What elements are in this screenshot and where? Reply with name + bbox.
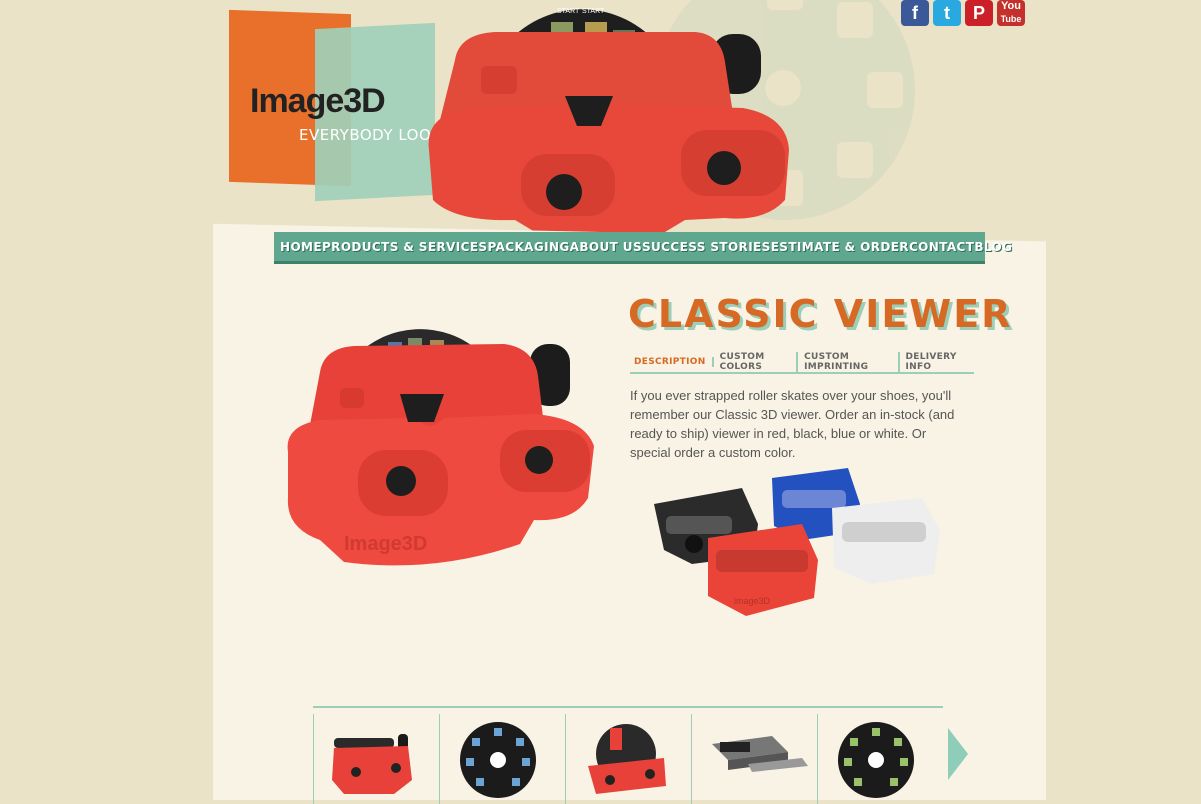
hero-viewer-image: START START [425,0,795,232]
thumb-viewer-with-reel[interactable] [565,714,691,804]
tab-custom-colors[interactable]: CUSTOM COLORS [714,352,799,372]
nav-about-us[interactable]: ABOUT US [570,240,642,254]
main-navigation: HOME PRODUCTS & SERVICES PACKAGING ABOUT… [274,232,1012,264]
site-header: Image3D EVERYBODY LOOKS START START f t … [0,0,1201,240]
pinterest-icon[interactable]: P [965,0,993,26]
tab-custom-imprinting[interactable]: CUSTOM IMPRINTING [798,352,900,372]
thumbnail-next-arrow-icon[interactable] [948,728,968,780]
youtube-icon[interactable]: You Tube [997,0,1025,26]
logo-wordmark[interactable]: Image3D [250,82,386,121]
variant-imprint-text: image3D [734,596,771,606]
viewer-imprint-text: Image3D [344,533,427,555]
nav-packaging[interactable]: PACKAGING [487,240,569,254]
product-tabs: DESCRIPTION CUSTOM COLORS CUSTOM IMPRINT… [630,352,974,374]
thumb-packaging[interactable] [691,714,817,804]
nav-products-services[interactable]: PRODUCTS & SERVICES [322,240,487,254]
nav-success-stories[interactable]: SUCCESS STORIES [642,240,771,254]
product-title: CLASSIC VIEWER [628,292,1013,336]
reel-start-label: START [557,8,580,15]
thumbnail-strip [313,706,943,804]
product-main-image: Image3D [284,322,596,578]
product-description: If you ever strapped roller skates over … [630,388,955,460]
facebook-icon[interactable]: f [901,0,929,26]
tab-delivery-info[interactable]: DELIVERY INFO [900,352,974,372]
nav-home[interactable]: HOME [280,240,322,254]
nav-blog[interactable]: BLOG [974,240,1012,254]
nav-estimate-order[interactable]: ESTIMATE & ORDER [771,240,909,254]
reel-start-label-2: START [582,8,605,15]
twitter-icon[interactable]: t [933,0,961,26]
nav-contact[interactable]: CONTACT [909,240,974,254]
thumb-reel-1[interactable] [439,714,565,804]
thumb-reel-2[interactable] [817,714,943,804]
tab-description[interactable]: DESCRIPTION [630,357,714,367]
color-variants-image: image3D [642,464,942,620]
thumb-red-viewer[interactable] [313,714,439,804]
